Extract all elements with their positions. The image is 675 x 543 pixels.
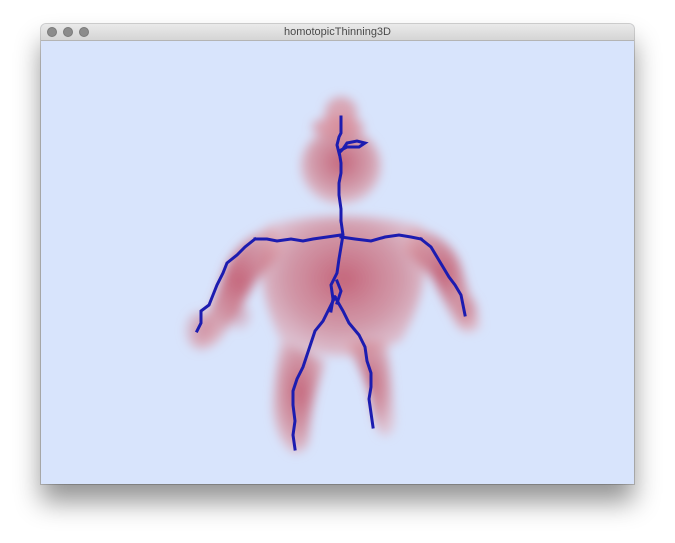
app-window: homotopicThinning3D bbox=[41, 24, 634, 484]
render-canvas[interactable] bbox=[41, 41, 634, 484]
volume-render bbox=[185, 97, 481, 453]
window-title: homotopicThinning3D bbox=[283, 26, 391, 38]
gorilla-volume bbox=[185, 97, 481, 453]
window-titlebar[interactable]: homotopicThinning3D bbox=[41, 24, 634, 41]
